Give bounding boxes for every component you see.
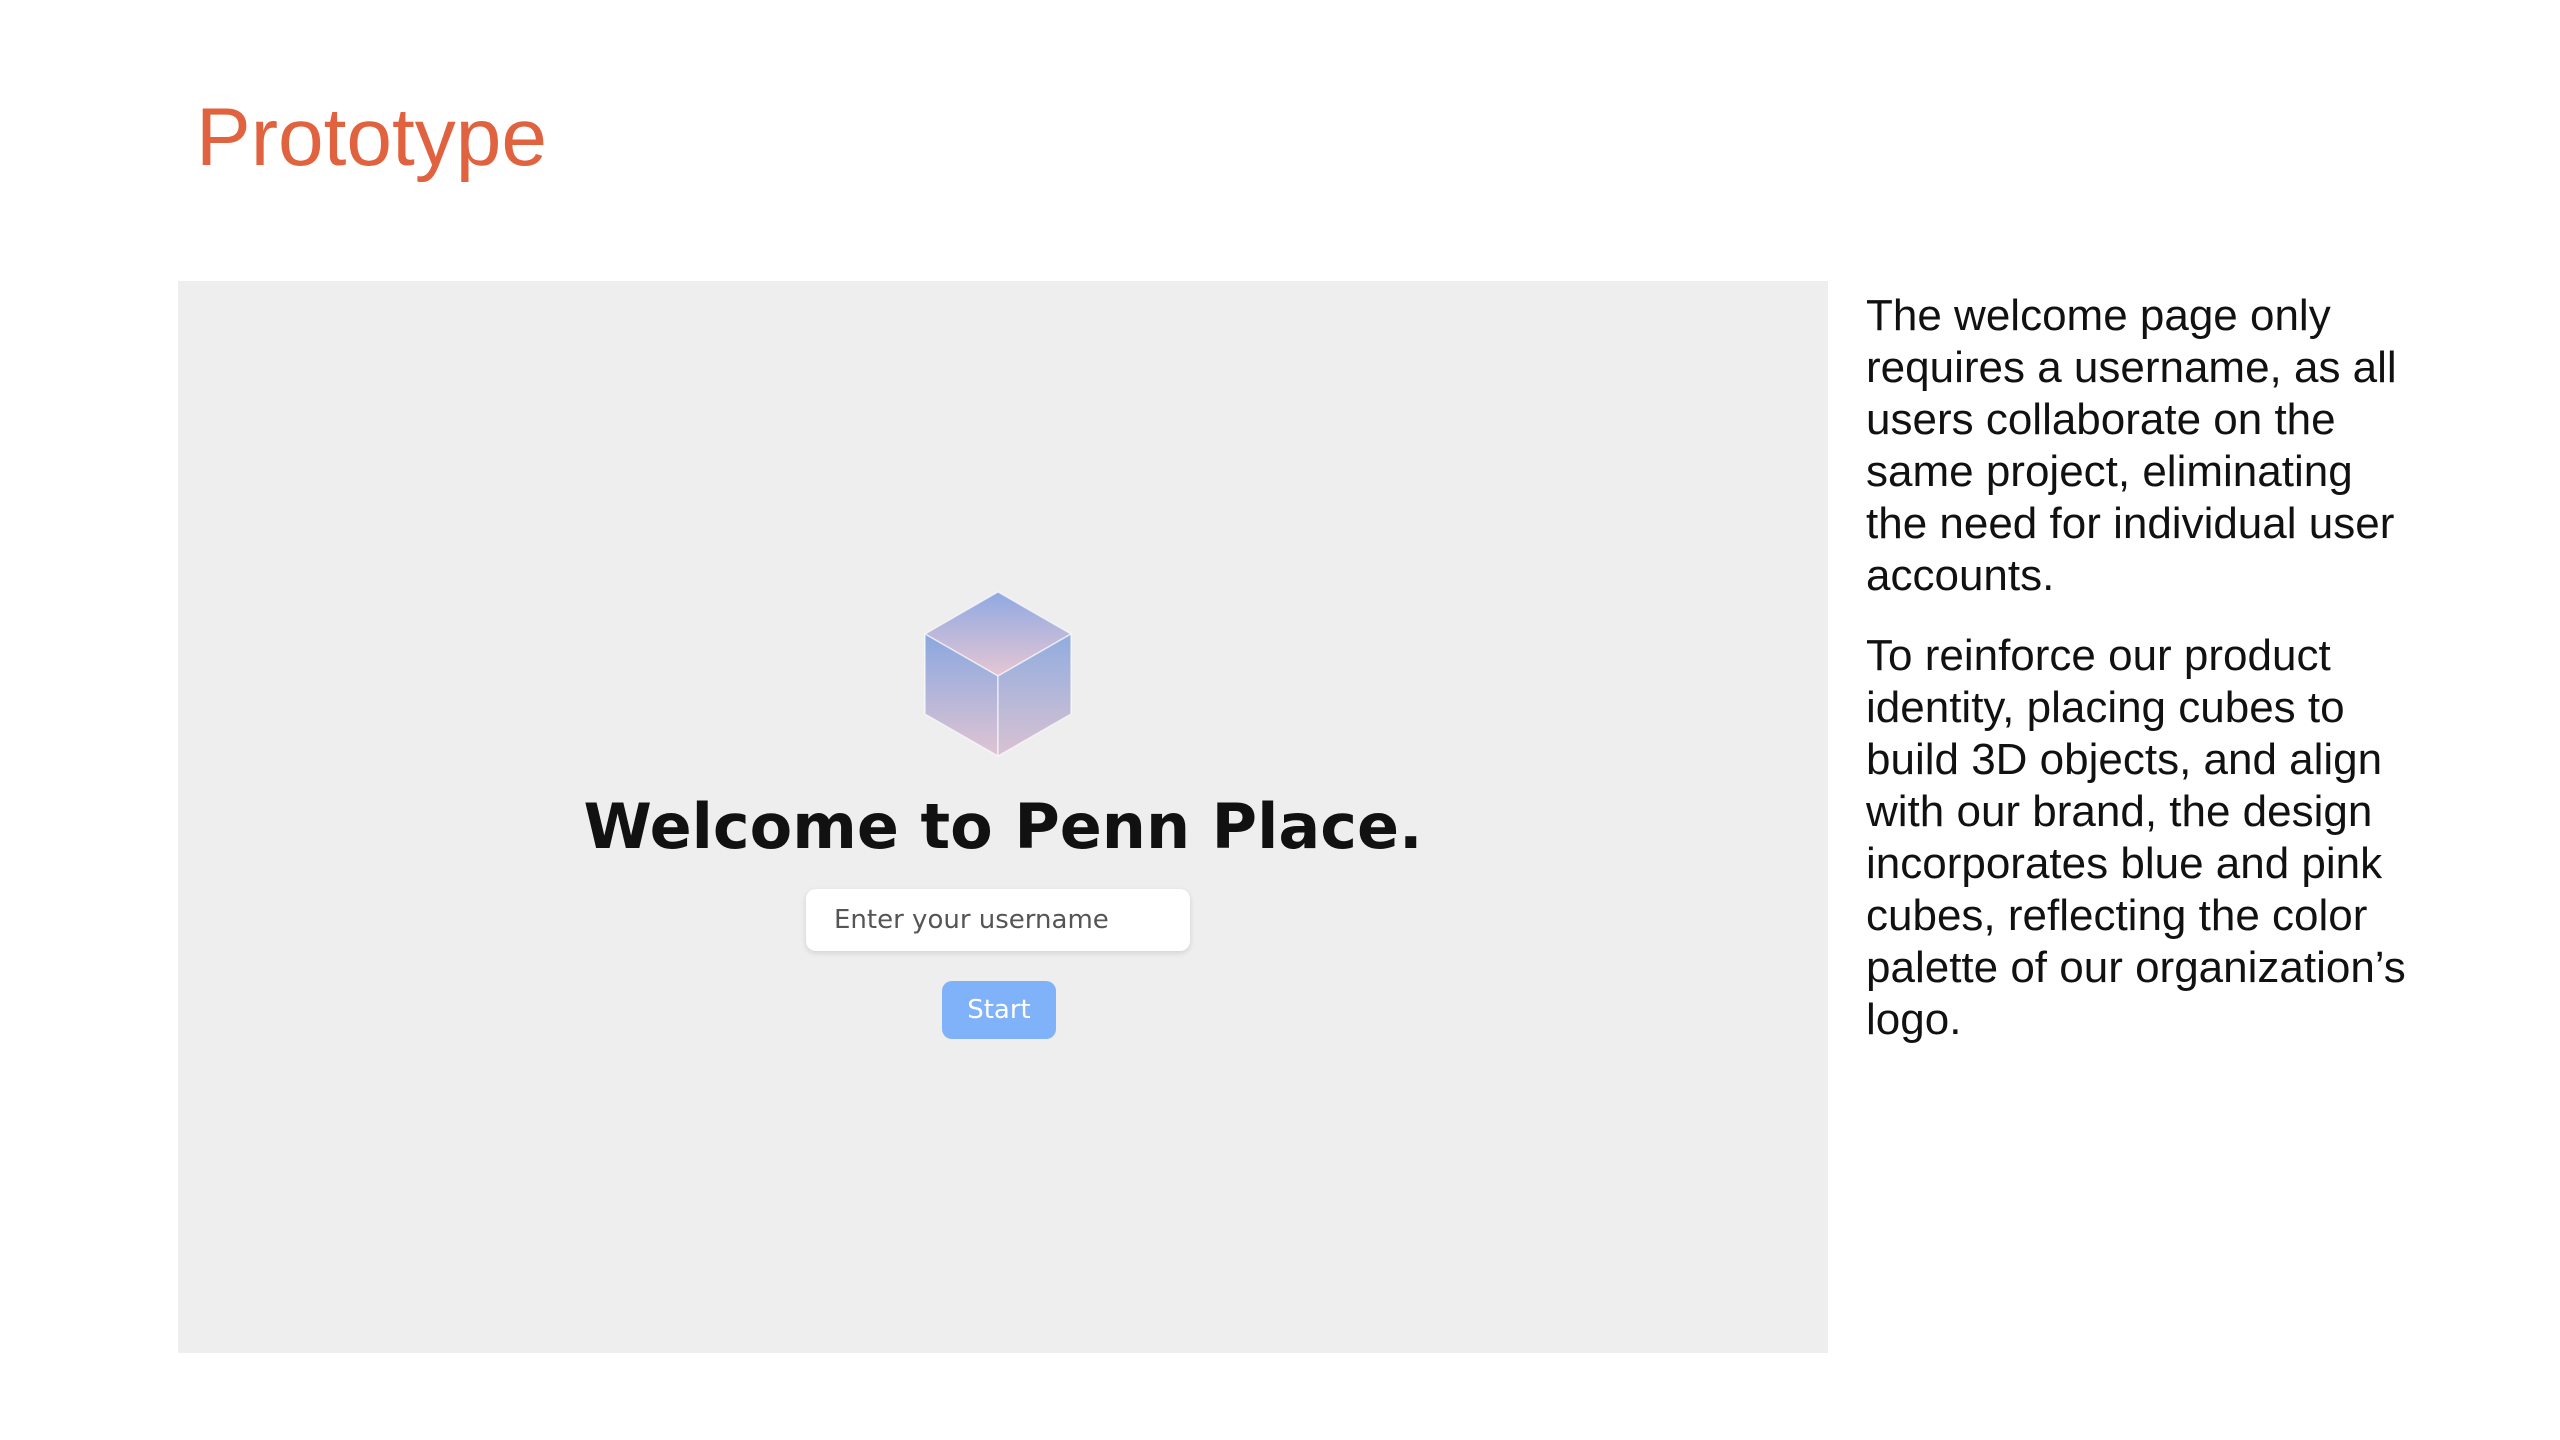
slide: Prototype Welcome to Penn Place. Start T… — [0, 0, 2560, 1440]
notes-panel: The welcome page only requires a usernam… — [1866, 290, 2426, 1074]
note-paragraph-2: To reinforce our product identity, placi… — [1866, 631, 2406, 1044]
note-paragraph-1: The welcome page only requires a usernam… — [1866, 291, 2397, 600]
gradient-cube-icon — [923, 591, 1073, 758]
start-button[interactable]: Start — [942, 981, 1056, 1039]
welcome-heading: Welcome to Penn Place. — [583, 790, 1423, 863]
slide-title: Prototype — [196, 92, 547, 183]
username-input[interactable] — [806, 889, 1190, 951]
